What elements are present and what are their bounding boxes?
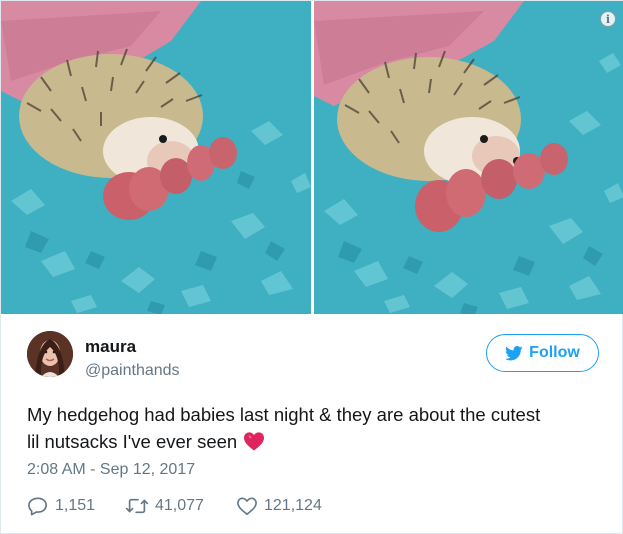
follow-label: Follow [529, 344, 580, 361]
tweet-actions: 1,151 41,077 121,124 [27, 494, 322, 518]
photo-grid: i [1, 1, 623, 314]
like-count: 121,124 [264, 497, 322, 514]
avatar[interactable] [27, 331, 73, 377]
heart-icon [237, 497, 257, 515]
user-handle[interactable]: @painthands [85, 362, 180, 380]
tweet-text-line-2-text: lil nutsacks I've ever seen [27, 431, 238, 452]
tweet-text: My hedgehog had babies last night & they… [27, 401, 607, 455]
tweet-text-line-1: My hedgehog had babies last night & they… [27, 404, 541, 425]
retweet-icon [125, 498, 149, 514]
like-button[interactable]: 121,124 [236, 496, 322, 516]
reply-button[interactable]: 1,151 [27, 496, 125, 516]
info-icon[interactable]: i [600, 11, 616, 27]
tweet-timestamp[interactable]: 2:08 AM - Sep 12, 2017 [27, 461, 195, 479]
photo-left[interactable] [1, 1, 311, 314]
reply-icon [28, 497, 47, 516]
twitter-bird-icon [505, 345, 523, 360]
hedgehog-photo-left [1, 1, 311, 314]
tweet-text-line-2: lil nutsacks I've ever seen [27, 428, 607, 455]
retweet-count: 41,077 [155, 497, 204, 514]
hedgehog-photo-right [314, 1, 623, 314]
photo-right[interactable]: i [314, 1, 623, 314]
avatar-image [27, 331, 73, 377]
heart-emoji-icon [244, 432, 265, 451]
tweet-card: i maura @painthands Follow My hedgehog h… [0, 0, 623, 534]
reply-count: 1,151 [55, 497, 96, 514]
retweet-button[interactable]: 41,077 [125, 496, 236, 516]
display-name[interactable]: maura [85, 337, 136, 357]
follow-button[interactable]: Follow [486, 334, 599, 372]
